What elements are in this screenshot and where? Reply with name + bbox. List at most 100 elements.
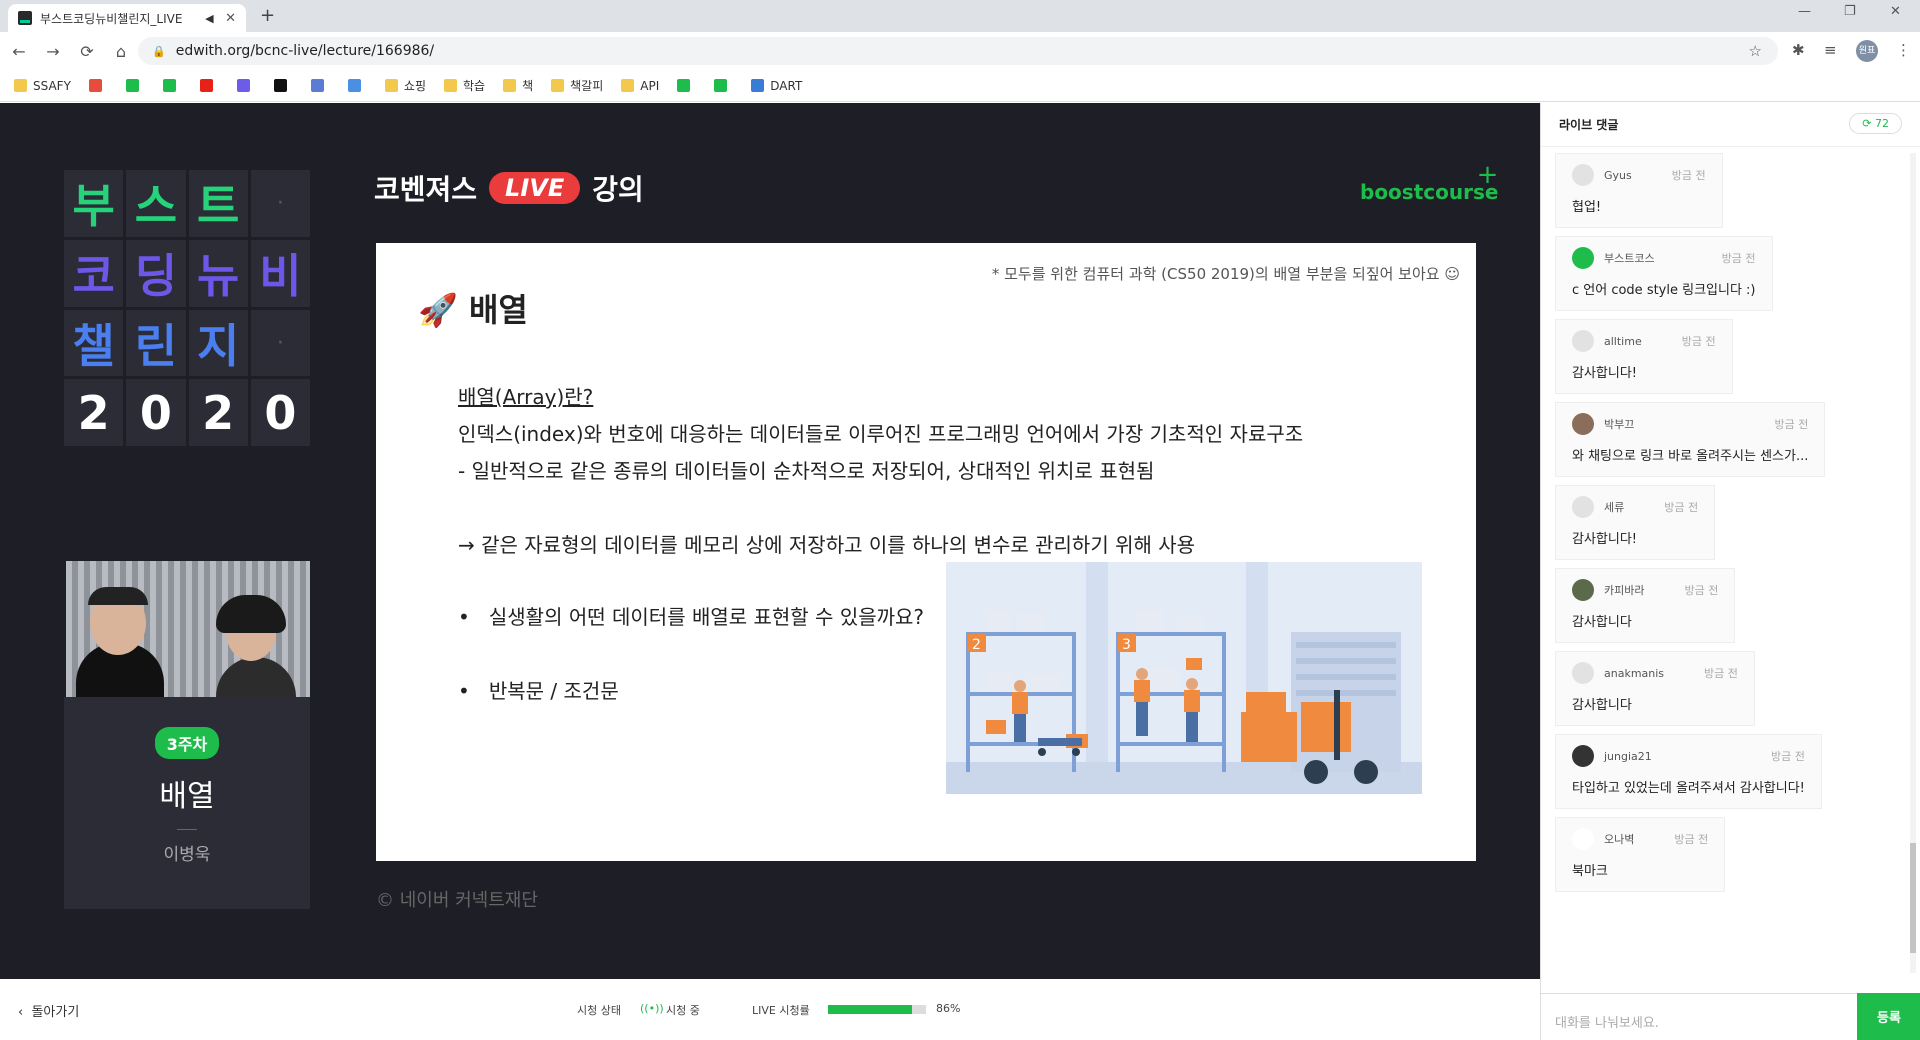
chat-time: 방금 전: [1681, 335, 1716, 348]
bookmark-item[interactable]: [236, 79, 256, 92]
reload-button[interactable]: ⟳: [72, 42, 102, 61]
slide-line: 배열(Array)란?: [458, 385, 594, 409]
rate-label: LIVE 시청률: [752, 1004, 810, 1017]
back-label: 돌아가기: [31, 1005, 80, 1020]
bookmark-item[interactable]: API: [621, 79, 659, 93]
url-text: edwith.org/bcnc-live/lecture/166986/: [175, 43, 435, 59]
chat-username: 세류: [1604, 501, 1625, 514]
bookmark-icon: [273, 79, 287, 92]
avatar: [1572, 579, 1594, 601]
chat-user-row: alltime 방금 전: [1572, 330, 1716, 352]
chat-scrollbar[interactable]: [1910, 153, 1916, 973]
reading-list-icon[interactable]: ≡: [1824, 41, 1837, 59]
bookmark-item[interactable]: [162, 79, 182, 92]
address-bar[interactable]: 🔒 edwith.org/bcnc-live/lecture/166986/ ☆: [138, 37, 1778, 65]
bookmark-item[interactable]: [347, 79, 367, 92]
forward-button[interactable]: →: [38, 42, 68, 61]
profile-avatar[interactable]: 원표: [1856, 40, 1878, 62]
bookmark-item[interactable]: [199, 79, 219, 92]
chat-time: 방금 전: [1721, 252, 1756, 265]
restore-button[interactable]: ❐: [1844, 4, 1856, 19]
send-button[interactable]: 등록: [1857, 993, 1920, 1040]
chat-user-row: jungia21 방금 전: [1572, 745, 1805, 767]
shelf-label: 3: [1122, 637, 1131, 653]
bookmark-item[interactable]: DART: [751, 79, 802, 93]
bookmark-icon: [162, 79, 176, 92]
logo-cell: 린: [126, 309, 186, 377]
bookmark-item[interactable]: [714, 79, 733, 92]
avatar: [1572, 496, 1594, 518]
site-favicon-icon: [18, 11, 32, 25]
back-link[interactable]: ‹ 돌아가기: [18, 1001, 79, 1020]
extensions-icon[interactable]: ✱: [1792, 41, 1805, 59]
tab-close-icon[interactable]: ✕: [225, 11, 236, 26]
bookmark-item[interactable]: [88, 79, 108, 92]
slide-bullet: • 실생활의 어떤 데이터를 배열로 표현할 수 있을까요?: [458, 605, 925, 629]
bookmark-item[interactable]: [677, 79, 696, 92]
bookmark-item[interactable]: [125, 79, 145, 92]
chat-user-row: anakmanis 방금 전: [1572, 662, 1738, 684]
chat-message: 부스트코스 방금 전 c 언어 code style 링크입니다 :): [1555, 236, 1773, 311]
bottom-bar: ‹ 돌아가기 시청 상태 ((•)) 시청 중 LIVE 시청률 86%: [0, 975, 1540, 1040]
lock-icon: 🔒: [152, 44, 166, 58]
logo-cell: 0: [250, 379, 310, 446]
bookmark-label: 책갈피: [570, 79, 604, 93]
new-tab-button[interactable]: +: [260, 5, 275, 26]
avatar: [1572, 662, 1594, 684]
chat-time: 방금 전: [1774, 418, 1809, 431]
bookmark-icon: [384, 79, 398, 92]
bookmark-item[interactable]: 책: [503, 77, 533, 94]
logo-cell: 지: [188, 309, 248, 377]
bookmark-label: 쇼핑: [403, 79, 426, 93]
bookmark-label: 책: [522, 79, 534, 93]
instructor-camera: [66, 561, 310, 697]
speaker-icon[interactable]: ◀: [205, 12, 219, 25]
logo-cell: 2: [188, 379, 248, 446]
chat-row: 카피바라 방금 전 감사합니다: [1555, 568, 1895, 651]
scrollbar-thumb[interactable]: [1910, 843, 1916, 953]
chat-time: 방금 전: [1771, 750, 1805, 763]
chat-row: 부스트코스 방금 전 c 언어 code style 링크입니다 :): [1555, 236, 1895, 319]
minimize-button[interactable]: —: [1798, 4, 1811, 19]
bookmark-item[interactable]: [273, 79, 293, 92]
browser-tab[interactable]: 부스트코딩뉴비챌린지_LIVE ◀ ✕: [8, 4, 246, 32]
refresh-icon: ⟳: [1862, 117, 1872, 130]
bookmark-item[interactable]: 학습: [444, 77, 485, 94]
logo-cell: 딩: [126, 239, 186, 307]
chat-text: c 언어 code style 링크입니다 :): [1572, 283, 1756, 298]
logo-cell: 스: [126, 170, 186, 237]
slide-bullet: • 반복문 / 조건문: [458, 679, 619, 703]
home-button[interactable]: ⌂: [106, 42, 136, 61]
bullet-text: 실생활의 어떤 데이터를 배열로 표현할 수 있을까요?: [488, 605, 925, 629]
bookmark-item[interactable]: 쇼핑: [384, 77, 426, 94]
bookmark-label: 학습: [463, 79, 486, 93]
chat-row: jungia21 방금 전 타입하고 있었는데 올려주셔서 감사합니다!: [1555, 734, 1895, 817]
bookmark-item[interactable]: 책갈피: [551, 77, 603, 94]
bookmark-icon: [444, 79, 457, 92]
bookmark-star-icon[interactable]: ☆: [1749, 42, 1762, 60]
chat-panel: 라이브 댓글 ⟳ 72 Gyus 방금 전 협업! 부스트코스 방금 전c 언어 cod…: [1540, 103, 1920, 1040]
chat-text: 협업!: [1572, 200, 1602, 215]
bookmark-label: SSAFY: [33, 78, 71, 93]
bullet-text: 반복문 / 조건문: [488, 679, 619, 703]
chat-text: 와 채팅으로 링크 바로 올려주시는 센스가...: [1572, 449, 1809, 464]
bookmark-item[interactable]: SSAFY: [14, 79, 71, 93]
chat-time: 방금 전: [1704, 667, 1738, 680]
window-close-button[interactable]: ✕: [1890, 4, 1901, 19]
chat-input[interactable]: 대화를 나눠보세요.: [1541, 993, 1857, 1040]
bookmark-item[interactable]: [310, 79, 330, 92]
back-button[interactable]: ←: [4, 42, 34, 61]
browser-toolbar: ← → ⟳ ⌂ 🔒 edwith.org/bcnc-live/lecture/1…: [0, 32, 1920, 70]
bookmark-icon: [88, 79, 102, 92]
chat-count-button[interactable]: ⟳ 72: [1849, 113, 1902, 134]
chat-message: jungia21 방금 전 타입하고 있었는데 올려주셔서 감사합니다!: [1555, 734, 1822, 809]
logo-cell: 챌: [64, 309, 124, 377]
chat-time: 방금 전: [1684, 584, 1719, 597]
slide-line: [458, 490, 1303, 527]
chat-row: 박부끄 방금 전와 채팅으로 링크 바로 올려주시는 센스가...: [1555, 402, 1895, 485]
live-header: 코벤져스 LIVE 강의: [374, 168, 644, 208]
menu-icon[interactable]: ⋮: [1896, 41, 1911, 59]
logo-cell: 코: [64, 239, 124, 307]
chat-message: anakmanis 방금 전 감사합니다: [1555, 651, 1755, 726]
slide-note: * 모두를 위한 컴퓨터 과학 (CS50 2019)의 배열 부분을 되짚어 …: [991, 265, 1460, 283]
